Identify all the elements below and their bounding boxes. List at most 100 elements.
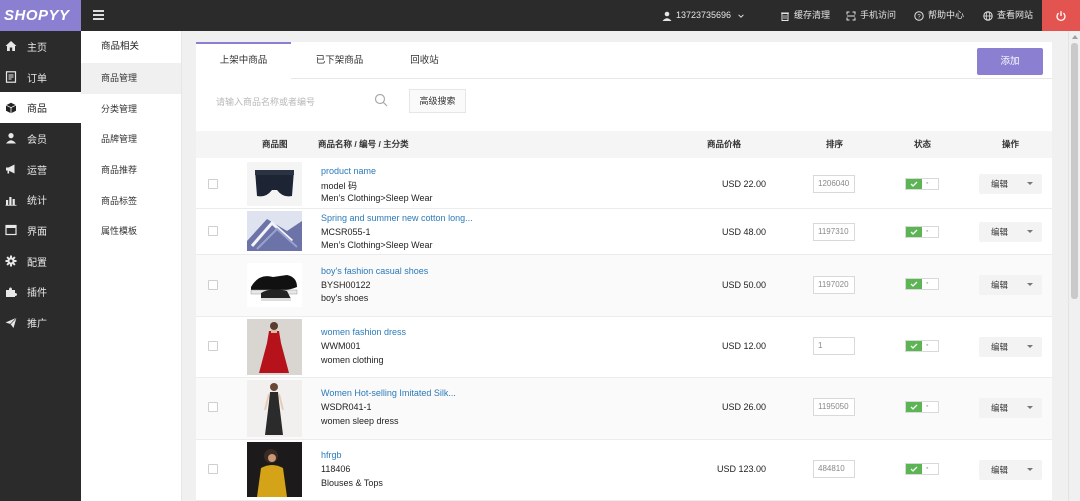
nav-item-products[interactable]: 商品 <box>0 92 81 124</box>
nav-item-operations[interactable]: 运营 <box>0 154 81 185</box>
edit-button[interactable]: 编辑 <box>979 275 1042 295</box>
product-price: USD 50.00 <box>721 280 766 290</box>
edit-button[interactable]: 编辑 <box>979 460 1042 480</box>
product-code: WSDR041-1 <box>321 402 372 412</box>
scroll-up-arrow-icon[interactable] <box>1072 35 1078 39</box>
row-checkbox[interactable] <box>208 226 218 236</box>
window-icon <box>5 225 17 236</box>
nav-item-interface[interactable]: 界面 <box>0 215 81 246</box>
column-sort: 排序 <box>826 139 844 149</box>
nav-item-home[interactable]: 主页 <box>0 31 81 62</box>
sort-input[interactable]: 484810 <box>813 460 855 478</box>
row-checkbox[interactable] <box>208 179 218 189</box>
product-name-link[interactable]: women fashion dress <box>321 327 406 337</box>
edit-button[interactable]: 编辑 <box>979 398 1042 418</box>
sort-input[interactable]: 1 <box>813 337 855 355</box>
nav-item-promotion[interactable]: 推广 <box>0 307 81 338</box>
row-checkbox[interactable] <box>208 280 218 290</box>
sort-input[interactable]: 1195050 <box>813 398 855 416</box>
chevron-down-icon[interactable] <box>1027 182 1033 185</box>
product-price: USD 123.00 <box>716 464 766 474</box>
product-name-link[interactable]: Women Hot-selling Imitated Silk... <box>321 388 456 398</box>
row-checkbox[interactable] <box>208 464 218 474</box>
scan-icon <box>846 11 856 20</box>
edit-button[interactable]: 编辑 <box>979 174 1042 194</box>
edit-button[interactable]: 编辑 <box>979 337 1042 357</box>
view-site-link[interactable]: 查看网站 <box>983 0 1033 31</box>
user-icon <box>662 11 672 21</box>
product-thumbnail <box>247 263 302 307</box>
clear-cache-link[interactable]: 缓存清理 <box>780 0 830 31</box>
subnav-item-product-recommend[interactable]: 商品推荐 <box>81 155 181 186</box>
status-toggle[interactable]: ▪ <box>905 463 939 475</box>
nav-label: 统计 <box>27 196 47 208</box>
chevron-down-icon[interactable] <box>1027 230 1033 233</box>
help-center-label: 帮助中心 <box>928 10 965 20</box>
mobile-access-link[interactable]: 手机访问 <box>846 0 896 31</box>
edit-label: 编辑 <box>991 179 1009 189</box>
nav-item-statistics[interactable]: 统计 <box>0 184 81 215</box>
nav-item-settings[interactable]: 配置 <box>0 246 81 277</box>
vertical-scrollbar[interactable] <box>1068 31 1080 501</box>
product-category: women sleep dress <box>321 416 399 426</box>
subnav-item-product-tags[interactable]: 商品标签 <box>81 186 181 217</box>
tab-recycle-bin[interactable]: 回收站 <box>388 42 461 79</box>
tab-on-sale[interactable]: 上架中商品 <box>196 42 291 80</box>
nav-label: 运营 <box>27 165 47 177</box>
edit-label: 编辑 <box>991 342 1009 352</box>
subnav-item-brand-management[interactable]: 品牌管理 <box>81 124 181 155</box>
menu-toggle-icon[interactable] <box>93 10 104 20</box>
nav-label: 推广 <box>27 319 47 331</box>
search-input[interactable] <box>206 90 396 114</box>
product-name-link[interactable]: hfrgb <box>321 450 342 460</box>
table-row: Women Hot-selling Imitated Silk... WSDR0… <box>196 378 1052 440</box>
globe-icon <box>983 10 993 21</box>
row-checkbox[interactable] <box>208 341 218 351</box>
row-checkbox[interactable] <box>208 402 218 412</box>
logo[interactable]: SHOPYY <box>0 0 81 31</box>
subnav-item-attribute-templates[interactable]: 属性模板 <box>81 216 181 247</box>
sort-input[interactable]: 1197020 <box>813 276 855 294</box>
scrollbar-thumb[interactable] <box>1071 43 1078 299</box>
logout-button[interactable] <box>1042 0 1080 31</box>
tab-off-sale[interactable]: 已下架商品 <box>291 42 388 79</box>
chevron-down-icon[interactable] <box>1027 468 1033 471</box>
sort-input[interactable]: 1197310 <box>813 223 855 241</box>
sort-input[interactable]: 1206040 <box>813 175 855 193</box>
box-icon <box>5 102 17 113</box>
chevron-down-icon[interactable] <box>1027 345 1033 348</box>
user-menu[interactable]: 13723735696 <box>662 0 745 31</box>
edit-label: 编辑 <box>991 465 1009 475</box>
nav-item-orders[interactable]: 订单 <box>0 62 81 93</box>
nav-item-plugins[interactable]: 插件 <box>0 277 81 308</box>
product-name-link[interactable]: boy's fashion casual shoes <box>321 266 428 276</box>
product-name-link[interactable]: product name <box>321 166 376 176</box>
chevron-down-icon[interactable] <box>1027 406 1033 409</box>
table-row: Spring and summer new cotton long... MCS… <box>196 209 1052 255</box>
status-toggle[interactable]: ▪ <box>905 278 939 290</box>
product-category: women clothing <box>321 355 384 365</box>
nav-label: 插件 <box>27 288 47 300</box>
help-center-link[interactable]: ? 帮助中心 <box>914 0 964 31</box>
question-circle-icon: ? <box>914 10 924 21</box>
check-icon <box>910 404 918 410</box>
trash-icon <box>781 12 789 21</box>
puzzle-icon <box>6 287 17 297</box>
status-toggle[interactable]: ▪ <box>905 226 939 238</box>
status-toggle[interactable]: ▪ <box>905 178 939 190</box>
product-name-link[interactable]: Spring and summer new cotton long... <box>321 213 473 223</box>
search-icon[interactable] <box>374 93 388 107</box>
check-icon <box>910 343 918 349</box>
chevron-down-icon[interactable] <box>1027 283 1033 286</box>
nav-item-members[interactable]: 会员 <box>0 123 81 154</box>
product-code: 118406 <box>321 464 351 474</box>
edit-label: 编辑 <box>991 280 1009 290</box>
edit-button[interactable]: 编辑 <box>979 222 1042 242</box>
subnav-item-category-management[interactable]: 分类管理 <box>81 94 181 125</box>
add-product-button[interactable]: 添加 <box>977 48 1043 75</box>
status-toggle[interactable]: ▪ <box>905 401 939 413</box>
status-toggle[interactable]: ▪ <box>905 340 939 352</box>
nav-label: 商品 <box>27 104 47 116</box>
subnav-item-product-management[interactable]: 商品管理 <box>81 63 181 94</box>
advanced-search-button[interactable]: 高级搜索 <box>409 89 466 113</box>
